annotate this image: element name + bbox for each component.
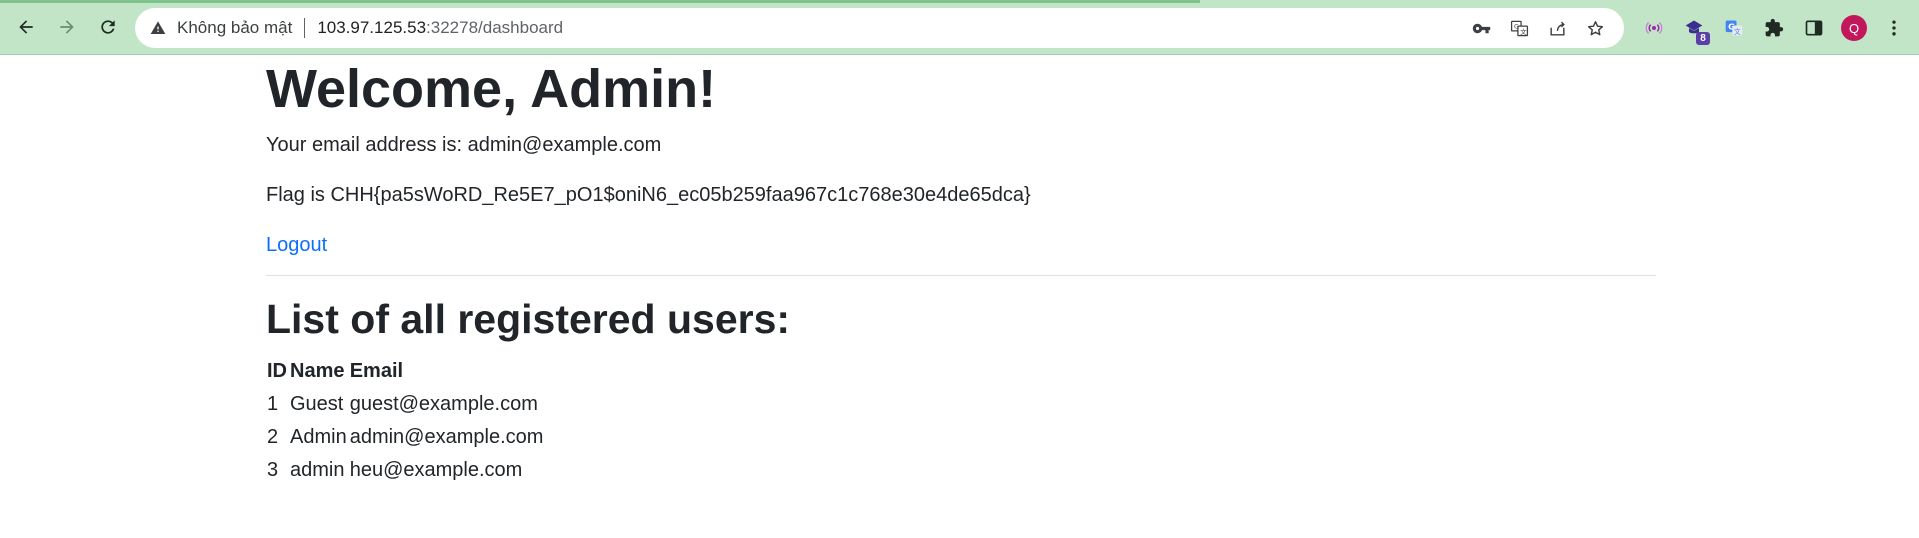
page-title: Welcome, Admin! (266, 59, 717, 119)
table-row: 1 Guest guest@example.com (266, 388, 545, 421)
table-row: 2 Admin admin@example.com (266, 421, 545, 454)
puzzle-icon[interactable] (1754, 11, 1794, 45)
email-address-text: Your email address is: admin@example.com (266, 134, 662, 156)
logout-link[interactable]: Logout (266, 230, 327, 260)
users-list-heading: List of all registered users: (266, 296, 791, 342)
google-translate-extension-icon[interactable]: G文 (1714, 11, 1754, 45)
svg-text:文: 文 (1520, 27, 1527, 36)
user-email: admin@example.com (349, 426, 544, 448)
address-bar-actions: G文 (1462, 8, 1614, 48)
address-bar[interactable]: Không bảo mật 103.97.125.53:32278/dashbo… (135, 8, 1624, 48)
table-header-row: ID Name Email (266, 354, 545, 388)
security-label[interactable]: Không bảo mật (177, 18, 292, 38)
address-separator (304, 18, 306, 38)
star-icon[interactable] (1576, 8, 1614, 48)
arrow-left-icon (19, 20, 33, 34)
avatar: Q (1841, 15, 1867, 41)
column-header-id: ID (267, 359, 287, 382)
forward-button[interactable] (53, 13, 81, 41)
user-email: heu@example.com (349, 459, 523, 481)
extensions-area: 8 G文 Q (1634, 11, 1914, 45)
broadcast-extension-icon[interactable] (1634, 11, 1674, 45)
back-button[interactable] (12, 13, 40, 41)
profile-button[interactable]: Q (1834, 11, 1874, 45)
user-email: guest@example.com (349, 393, 538, 415)
flag-text: Flag is CHH{pa5sWoRD_Re5E7_pO1$oniN6_ec0… (266, 184, 1031, 206)
reload-button[interactable] (94, 13, 122, 41)
column-header-email: Email (349, 359, 404, 382)
user-id: 3 (267, 459, 279, 481)
svg-text:文: 文 (1734, 27, 1741, 36)
browser-toolbar: Không bảo mật 103.97.125.53:32278/dashbo… (0, 0, 1919, 55)
arrow-right-icon (60, 20, 74, 34)
user-id: 1 (267, 393, 279, 415)
divider (266, 275, 1656, 276)
user-name: Guest (290, 393, 344, 415)
users-table: ID Name Email 1 Guest guest@example.com … (266, 354, 545, 487)
svg-text:G: G (1513, 23, 1518, 30)
user-name: admin (290, 459, 345, 481)
kebab-menu-icon[interactable] (1874, 11, 1914, 45)
user-id: 2 (267, 426, 279, 448)
tab-indicator (0, 0, 1200, 3)
url-path: :32278/dashboard (426, 18, 564, 37)
side-panel-icon[interactable] (1794, 11, 1834, 45)
user-name: Admin (290, 426, 347, 448)
reload-icon (101, 20, 115, 34)
table-row: 3 admin heu@example.com (266, 454, 545, 487)
share-icon[interactable] (1538, 8, 1576, 48)
extension-badge: 8 (1696, 32, 1710, 45)
warning-triangle-icon[interactable] (149, 19, 167, 37)
url-text[interactable]: 103.97.125.53:32278/dashboard (317, 18, 563, 38)
key-icon[interactable] (1462, 8, 1500, 48)
column-header-name: Name (290, 359, 345, 382)
translate-icon[interactable]: G文 (1500, 8, 1538, 48)
graduation-cap-extension-icon[interactable]: 8 (1674, 11, 1714, 45)
url-host: 103.97.125.53 (317, 18, 427, 37)
